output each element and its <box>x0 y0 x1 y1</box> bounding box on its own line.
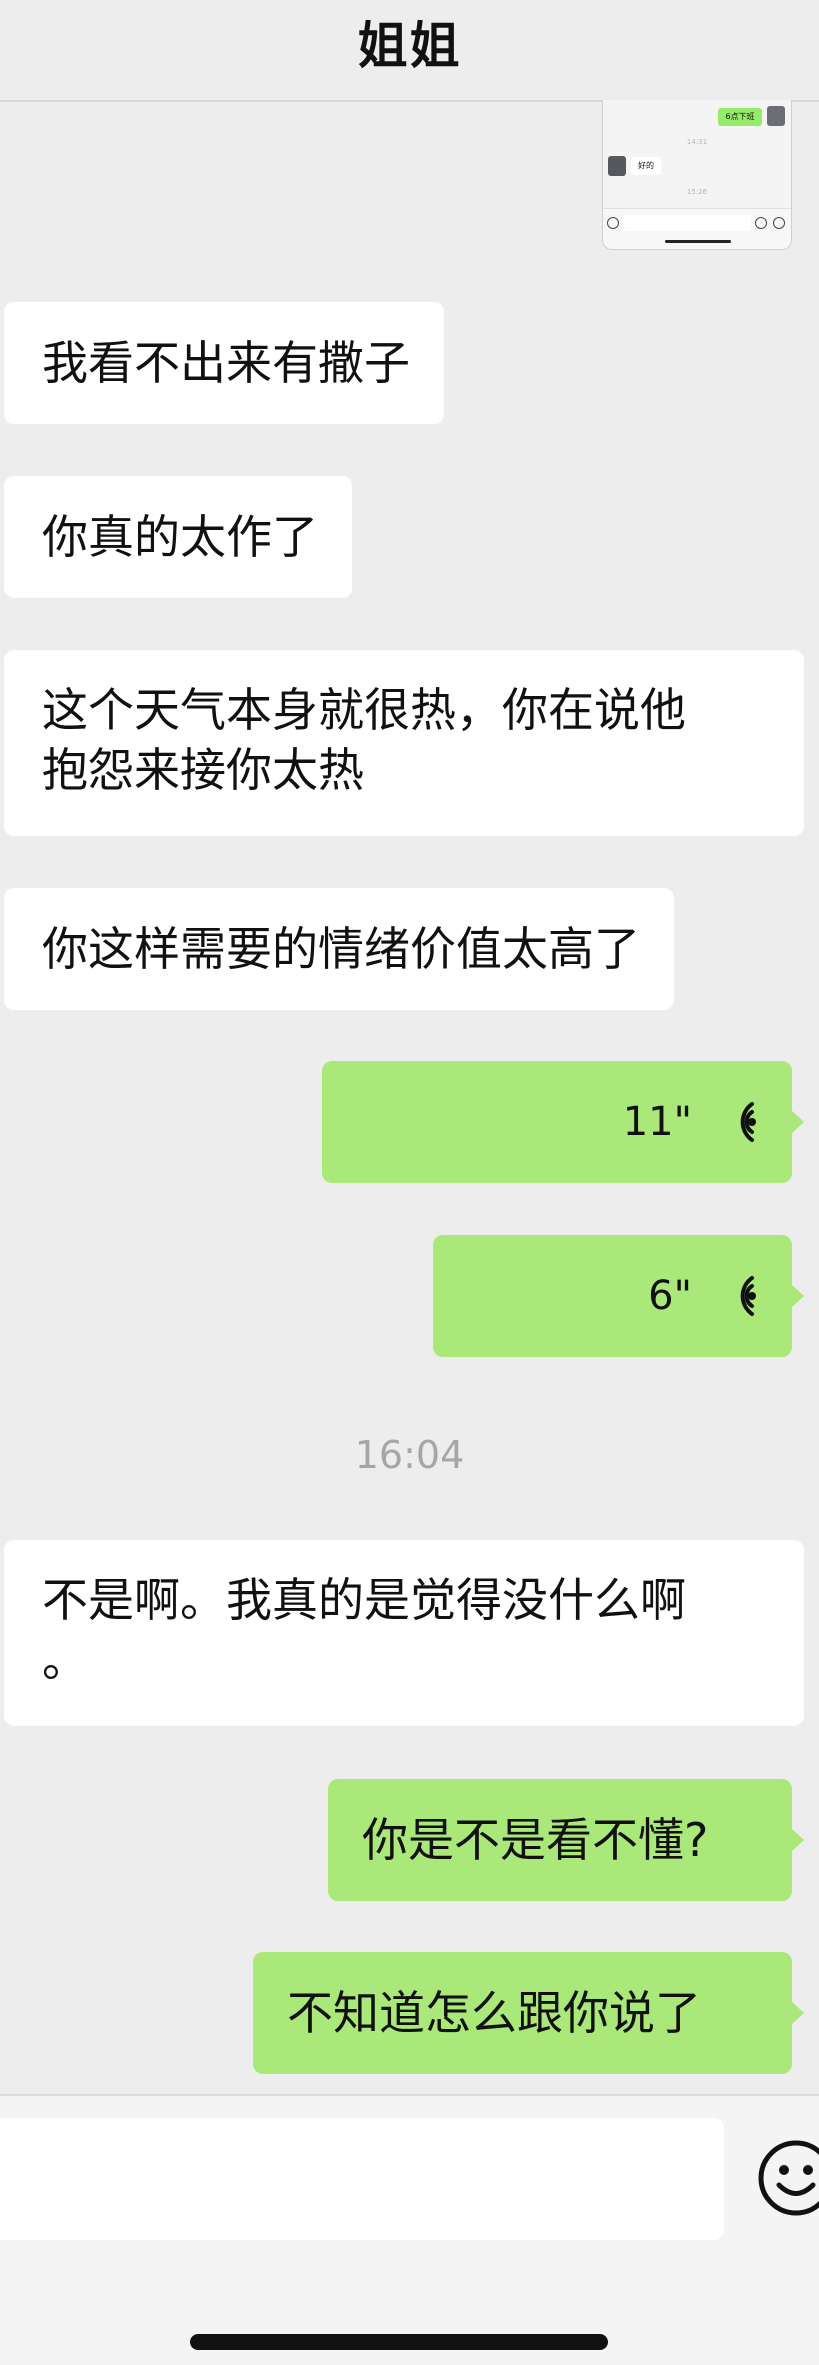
message-received[interactable]: 你真的太作了 <box>4 476 352 598</box>
message-received[interactable]: 不是啊。我真的是觉得没什么啊 。 <box>4 1540 804 1726</box>
thumbnail-emoji-icon <box>755 217 767 229</box>
thumbnail-voice-icon <box>607 217 619 229</box>
message-text-line: 不是啊。我真的是觉得没什么啊 <box>42 1573 686 1627</box>
voice-wave-icon <box>718 1272 758 1320</box>
thumbnail-plus-icon <box>773 217 785 229</box>
message-text: 不知道怎么跟你说了 <box>287 1986 701 2040</box>
message-text-line: 。 <box>42 1633 88 1687</box>
thumbnail-home-indicator <box>665 240 731 243</box>
message-received[interactable]: 你这样需要的情绪价值太高了 <box>4 888 674 1010</box>
voice-message[interactable]: 6" <box>433 1235 804 1357</box>
thumbnail-avatar-self <box>767 106 785 126</box>
thumbnail-time: 14:31 <box>686 138 708 146</box>
message-text-line: 抱怨来接你太热 <box>42 743 364 797</box>
thumbnail-sent-bubble: 6点下班 <box>718 108 762 126</box>
message-received[interactable]: 这个天气本身就很热，你在说他 抱怨来接你太热 <box>4 650 804 836</box>
message-sent[interactable]: 你是不是看不懂? <box>328 1779 804 1901</box>
chat-title: 姐姐 <box>357 17 462 75</box>
voice-message[interactable]: 11" <box>322 1061 804 1183</box>
thumbnail-input-bar <box>603 208 791 249</box>
message-text: 你是不是看不懂? <box>362 1813 709 1867</box>
message-text-line: 这个天气本身就很热，你在说他 <box>42 683 686 737</box>
voice-wave-icon <box>718 1098 758 1146</box>
message-text: 你这样需要的情绪价值太高了 <box>42 922 640 976</box>
message-input[interactable] <box>0 2118 724 2240</box>
message-sent[interactable]: 不知道怎么跟你说了 <box>253 1952 804 2074</box>
screenshot-thumbnail[interactable]: 6点下班 14:31 好的 15:26 <box>602 100 792 250</box>
chat-header: 姐姐 <box>0 0 819 102</box>
message-text: 你真的太作了 <box>42 510 318 564</box>
emoji-icon[interactable] <box>756 2138 819 2218</box>
thumbnail-avatar-contact <box>608 156 626 176</box>
message-text: 我看不出来有撒子 <box>42 336 410 390</box>
thumbnail-received-bubble: 好的 <box>631 157 661 175</box>
message-timestamp: 16:04 <box>354 1433 465 1477</box>
input-bar <box>0 2094 819 2365</box>
voice-duration: 11" <box>622 1099 692 1145</box>
thumbnail-input-field <box>623 215 751 231</box>
home-indicator <box>190 2334 608 2350</box>
message-received[interactable]: 我看不出来有撒子 <box>4 302 444 424</box>
thumbnail-time: 15:26 <box>686 188 708 196</box>
voice-duration: 6" <box>648 1273 692 1319</box>
